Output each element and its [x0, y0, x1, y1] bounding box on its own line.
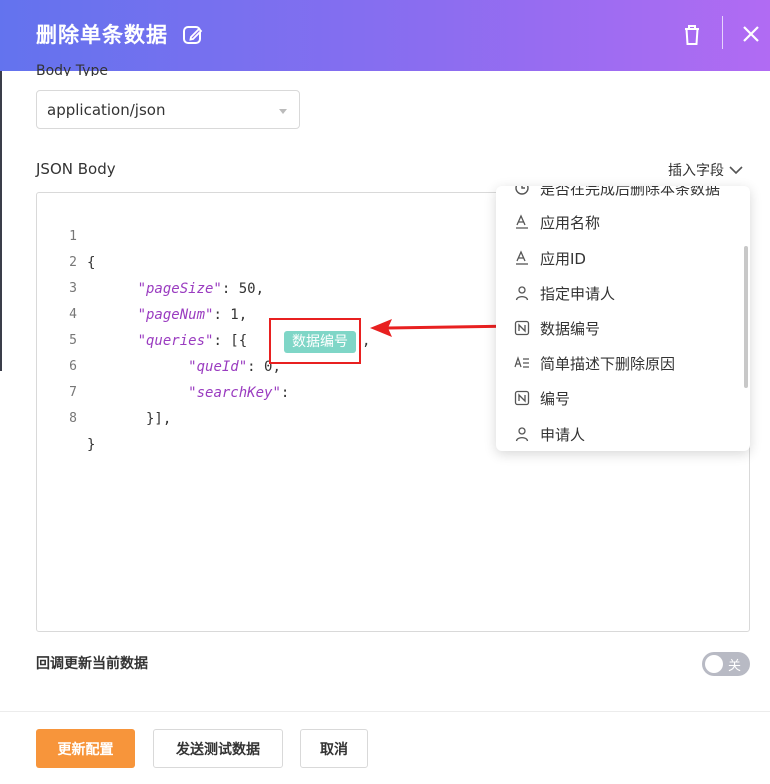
menu-item-label: 应用ID [540, 249, 586, 268]
menu-item[interactable]: 指定申请人 [514, 281, 615, 305]
user-icon [514, 285, 530, 301]
send-test-data-button[interactable]: 发送测试数据 [153, 729, 283, 768]
annotation-highlight-box [269, 318, 361, 364]
menu-item[interactable]: 应用名称 [514, 210, 600, 234]
clock-icon [514, 186, 530, 196]
menu-item[interactable]: 应用ID [514, 246, 586, 270]
chevron-down-icon [729, 166, 743, 175]
menu-item[interactable]: 是否在完成后删除本条数据 [514, 186, 720, 200]
trash-icon[interactable] [681, 23, 703, 47]
window-edge [0, 71, 2, 371]
text-field-icon [514, 250, 530, 266]
edit-icon[interactable] [182, 24, 204, 46]
menu-item-label: 指定申请人 [540, 284, 616, 303]
menu-item[interactable]: 编号 [514, 386, 570, 410]
body-type-select[interactable]: application/json [36, 90, 300, 129]
menu-item[interactable]: 申请人 [514, 422, 585, 446]
callback-label: 回调更新当前数据 [36, 656, 148, 672]
annotation-arrow-icon [370, 319, 515, 337]
multiline-text-icon [514, 355, 530, 371]
body-type-value: application/json [47, 101, 166, 119]
toggle-text: 关 [728, 659, 742, 674]
close-icon[interactable] [741, 24, 761, 44]
insert-field-button[interactable]: 插入字段 [668, 160, 744, 180]
update-config-button[interactable]: 更新配置 [36, 729, 135, 768]
menu-item-label: 数据编号 [540, 319, 601, 338]
menu-item-label: 编号 [540, 389, 571, 408]
text-field-icon [514, 214, 530, 230]
callback-toggle[interactable]: 关 [702, 652, 750, 676]
footer-divider [0, 711, 770, 712]
number-field-icon [514, 320, 530, 336]
menu-item[interactable]: 数据编号 [514, 316, 600, 340]
line-number: 8 [69, 411, 77, 426]
menu-item[interactable]: 简单描述下删除原因 [514, 351, 675, 375]
menu-item-label: 是否在完成后删除本条数据 [540, 186, 721, 198]
menu-item-label: 简单描述下删除原因 [540, 354, 676, 373]
insert-field-label: 插入字段 [668, 163, 724, 179]
cancel-button[interactable]: 取消 [300, 729, 368, 768]
dialog-title: 删除单条数据 [36, 23, 168, 47]
caret-down-icon [279, 109, 287, 114]
body-type-label: Body Type [36, 64, 108, 76]
user-icon [514, 426, 530, 442]
toggle-knob [705, 655, 723, 673]
dialog-header: 删除单条数据 [0, 0, 770, 71]
code-text: }], [87, 411, 172, 427]
json-body-label: JSON Body [36, 160, 116, 178]
menu-item-label: 申请人 [540, 425, 586, 444]
menu-item-label: 应用名称 [540, 213, 601, 232]
code-text: } [87, 437, 96, 453]
number-field-icon [514, 390, 530, 406]
header-divider [722, 16, 723, 49]
insert-field-menu: 是否在完成后删除本条数据 应用名称 应用ID 指定申请人 数据编号 简单描述下删… [496, 186, 750, 451]
menu-scrollbar[interactable] [744, 246, 748, 388]
